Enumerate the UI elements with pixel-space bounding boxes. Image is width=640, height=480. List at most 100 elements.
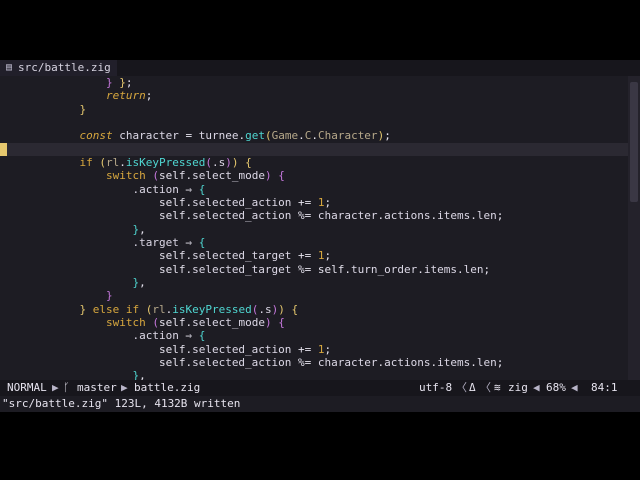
command-line[interactable]: "src/battle.zig" 123L, 4132B written xyxy=(0,396,640,412)
code-token: += xyxy=(291,342,318,356)
code-token: ; xyxy=(324,249,332,263)
code-token: . xyxy=(457,262,464,276)
separator-left-icon: 〈 xyxy=(456,381,467,394)
code-token: ) xyxy=(264,315,272,329)
current-line[interactable] xyxy=(0,142,628,156)
code-token: ; xyxy=(324,195,332,209)
code-line[interactable]: }, xyxy=(0,223,628,236)
code-line[interactable]: } else if (rl.isKeyPressed(.s)) { xyxy=(0,303,628,316)
cursor-position: 84:1 xyxy=(591,381,618,394)
code-token: select_mode xyxy=(192,169,265,183)
code-token: ; xyxy=(384,129,391,143)
scroll-percent: 68% xyxy=(546,381,566,394)
code-token: ; xyxy=(483,262,491,276)
tab-battle-zig[interactable]: ▤ src/battle.zig xyxy=(0,60,117,76)
code-token: self xyxy=(158,262,186,276)
scrollbar[interactable] xyxy=(628,76,640,380)
code-token: Game xyxy=(271,129,299,143)
code-line[interactable] xyxy=(0,116,628,129)
code-token: return xyxy=(105,89,146,103)
code-token: . xyxy=(417,262,424,276)
code-token: actions xyxy=(384,355,431,369)
code-token: } xyxy=(105,76,113,89)
code-token: Character xyxy=(317,129,378,143)
code-token: get xyxy=(245,129,265,143)
code-token: len xyxy=(476,209,497,223)
code-token: selected_action xyxy=(192,195,292,209)
code-line[interactable]: return; xyxy=(0,89,628,102)
code-token: selected_action xyxy=(192,342,292,356)
code-token: len xyxy=(463,262,484,276)
code-token: ( xyxy=(152,315,159,329)
code-line[interactable]: }, xyxy=(0,276,628,289)
code-token: self xyxy=(158,315,186,329)
code-line[interactable]: const character = turnee.get(Game.C.Char… xyxy=(0,129,628,142)
code-token: ; xyxy=(324,342,332,356)
file-icon: ▤ xyxy=(6,62,13,73)
code-line[interactable]: .action ⇒ { xyxy=(0,329,628,342)
code-line[interactable]: }, xyxy=(0,369,628,380)
code-token: self xyxy=(158,195,186,209)
code-token: selected_action xyxy=(192,209,292,223)
code-token: len xyxy=(476,355,497,369)
separator-left-icon: ◀ xyxy=(533,381,540,394)
code-token: , xyxy=(139,369,146,380)
code-token: selected_action xyxy=(192,355,292,369)
code-token: items xyxy=(437,209,471,223)
mode-indicator: NORMAL xyxy=(7,381,47,394)
code-line[interactable]: self.selected_target %= self.turn_order.… xyxy=(0,263,628,276)
code-line[interactable]: if (rl.isKeyPressed(.s)) { xyxy=(0,156,628,169)
code-token: ; xyxy=(496,355,504,369)
code-token: if xyxy=(79,155,93,169)
code-token: switch xyxy=(105,315,146,329)
code-line[interactable]: self.selected_action += 1; xyxy=(0,196,628,209)
code-token: self xyxy=(158,209,186,223)
code-token: ( xyxy=(205,155,212,169)
code-line[interactable]: switch (self.select_mode) { xyxy=(0,316,628,329)
code-token: rl xyxy=(105,155,120,169)
code-line[interactable]: switch (self.select_mode) { xyxy=(0,169,628,182)
code-token: } xyxy=(119,76,126,89)
editor-window[interactable]: ▤ src/battle.zig } }; return; } const ch… xyxy=(0,60,640,412)
code-line[interactable]: self.selected_action %= character.action… xyxy=(0,209,628,222)
code-token: . xyxy=(470,355,477,369)
code-token: switch xyxy=(105,169,146,183)
code-token: { xyxy=(198,329,206,343)
code-line[interactable]: self.selected_action %= character.action… xyxy=(0,356,628,369)
code-token: { xyxy=(278,315,285,329)
code-line[interactable]: } xyxy=(0,289,628,302)
tab-bar: ▤ src/battle.zig xyxy=(0,60,640,76)
code-line[interactable]: self.selected_action += 1; xyxy=(0,343,628,356)
git-branch-icon: ᚴ xyxy=(63,381,70,394)
code-token: } xyxy=(79,102,87,116)
code-line[interactable]: } }; xyxy=(0,76,628,89)
code-line[interactable]: } xyxy=(0,103,628,116)
code-token: ( xyxy=(99,155,106,169)
code-token: self xyxy=(317,262,345,276)
code-token: selected_target xyxy=(192,262,292,276)
code-token: %= xyxy=(291,209,318,223)
code-token: isKeyPressed xyxy=(125,155,206,169)
separator-arrow-icon: ▶ xyxy=(52,381,59,394)
code-token: .s xyxy=(258,302,272,316)
code-area[interactable]: } }; return; } const character = turnee.… xyxy=(0,76,640,380)
code-line[interactable]: .action ⇒ { xyxy=(0,183,628,196)
code-token: ( xyxy=(152,169,159,183)
code-token: const xyxy=(79,129,113,143)
code-token: actions xyxy=(384,209,431,223)
scrollbar-thumb[interactable] xyxy=(630,82,638,202)
code-token: %= xyxy=(291,355,318,369)
code-token: . xyxy=(470,209,477,223)
code-line[interactable]: .target ⇒ { xyxy=(0,236,628,249)
code-token: else xyxy=(92,302,120,316)
code-line[interactable]: self.selected_target += 1; xyxy=(0,249,628,262)
code-token: { xyxy=(198,235,206,249)
code-token: { xyxy=(278,169,285,183)
